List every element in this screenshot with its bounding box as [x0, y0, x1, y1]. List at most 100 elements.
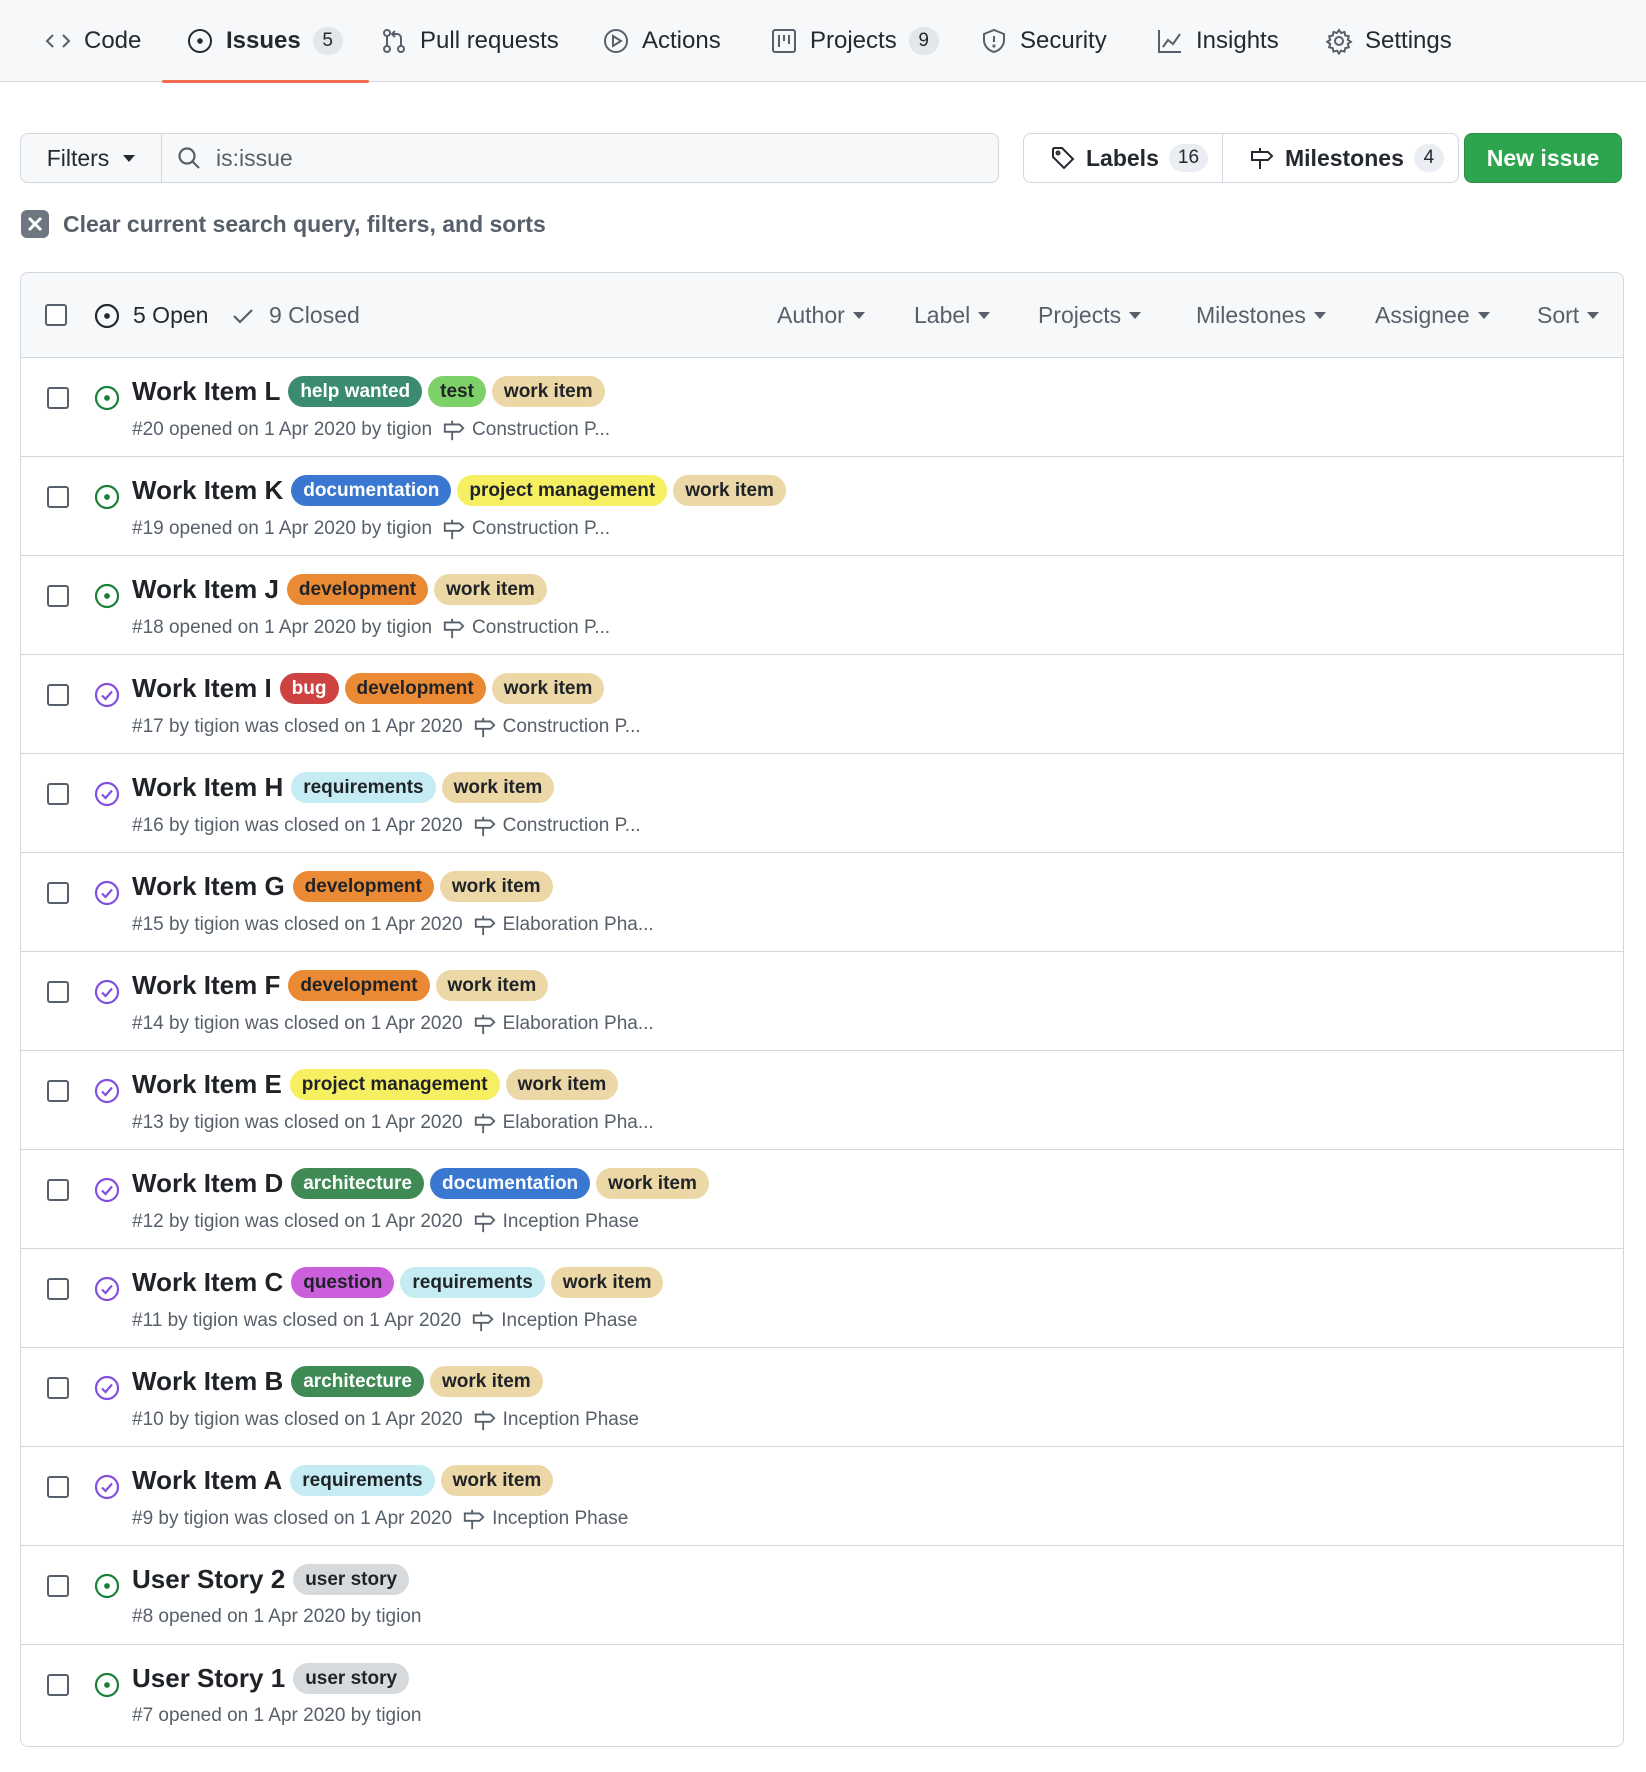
issue-label[interactable]: work item — [491, 673, 605, 704]
assignee-filter[interactable]: Assignee — [1375, 273, 1490, 358]
issue-title-link[interactable]: Work Item D — [132, 1168, 283, 1199]
tab-pull-requests[interactable]: Pull requests — [380, 0, 559, 82]
issue-meta: #10 by tigion was closed on 1 Apr 2020 In… — [132, 1408, 639, 1432]
issue-milestone-link[interactable]: Inception Phase — [473, 1210, 639, 1234]
issue-label[interactable]: work item — [440, 1465, 554, 1496]
issue-label[interactable]: requirements — [290, 1465, 435, 1496]
issue-checkbox[interactable] — [47, 981, 69, 1003]
issue-label[interactable]: development — [292, 871, 434, 902]
issue-checkbox[interactable] — [47, 783, 69, 805]
issue-label[interactable]: project management — [457, 475, 668, 506]
issue-label[interactable]: work item — [434, 574, 547, 605]
issue-checkbox[interactable] — [47, 585, 69, 607]
issue-milestone-link[interactable]: Construction P... — [473, 814, 641, 838]
issue-title-link[interactable]: Work Item L — [132, 376, 280, 407]
issue-checkbox[interactable] — [47, 1080, 69, 1102]
issue-label[interactable]: work item — [435, 970, 549, 1001]
label-filter[interactable]: Label — [914, 273, 991, 358]
tab-settings[interactable]: Settings — [1325, 0, 1452, 82]
issue-milestone-link[interactable]: Construction P... — [442, 517, 610, 541]
author-filter[interactable]: Author — [777, 273, 865, 358]
issue-title-link[interactable]: Work Item J — [132, 574, 279, 605]
tab-insights[interactable]: Insights — [1156, 0, 1279, 82]
issue-title-link[interactable]: Work Item B — [132, 1366, 283, 1397]
issue-label[interactable]: work item — [550, 1267, 664, 1298]
issue-label[interactable]: help wanted — [288, 376, 423, 407]
tab-projects[interactable]: Projects 9 — [770, 0, 939, 82]
tab-security[interactable]: Security — [980, 0, 1107, 82]
issue-title-link[interactable]: Work Item F — [132, 970, 280, 1001]
issue-milestone-link[interactable]: Elaboration Pha... — [473, 1111, 654, 1135]
issue-label[interactable]: architecture — [291, 1366, 424, 1397]
select-all-checkbox[interactable] — [45, 304, 67, 326]
issue-title-link[interactable]: Work Item G — [132, 871, 285, 902]
issue-milestone-link[interactable]: Inception Phase — [462, 1507, 628, 1531]
issue-title-link[interactable]: User Story 1 — [132, 1663, 285, 1694]
issue-label[interactable]: architecture — [291, 1168, 424, 1199]
issue-title-link[interactable]: Work Item A — [132, 1465, 282, 1496]
issue-label[interactable]: project management — [289, 1069, 500, 1100]
issue-checkbox[interactable] — [47, 1575, 69, 1597]
open-issues-toggle[interactable]: 5 Open — [93, 273, 208, 358]
issue-label[interactable]: requirements — [291, 772, 436, 803]
issue-milestone-link[interactable]: Construction P... — [473, 715, 641, 739]
milestones-filter[interactable]: Milestones — [1196, 273, 1326, 358]
issue-label[interactable]: work item — [673, 475, 786, 506]
issue-milestone-link[interactable]: Elaboration Pha... — [473, 913, 654, 937]
issue-title-link[interactable]: Work Item K — [132, 475, 283, 506]
issue-checkbox[interactable] — [47, 1179, 69, 1201]
issue-label[interactable]: user story — [293, 1663, 410, 1694]
issue-label[interactable]: documentation — [291, 475, 452, 506]
issue-title-link[interactable]: Work Item H — [132, 772, 283, 803]
issue-checkbox[interactable] — [47, 1278, 69, 1300]
milestones-button[interactable]: Milestones 4 — [1223, 134, 1444, 182]
issue-label[interactable]: documentation — [430, 1168, 591, 1199]
issue-label[interactable]: work item — [430, 1366, 543, 1397]
issue-label[interactable]: development — [344, 673, 486, 704]
issue-milestone-link[interactable]: Construction P... — [442, 616, 610, 640]
tab-actions[interactable]: Actions — [602, 0, 721, 82]
issue-label[interactable]: development — [286, 574, 429, 605]
clear-query-link[interactable]: Clear current search query, filters, and… — [21, 210, 546, 238]
search-field[interactable] — [161, 133, 999, 183]
labels-button[interactable]: Labels 16 — [1024, 134, 1223, 182]
sort-dropdown[interactable]: Sort — [1537, 273, 1600, 358]
issue-label[interactable]: bug — [279, 673, 339, 704]
filters-dropdown-button[interactable]: Filters — [20, 133, 162, 183]
issue-row: Work Item A requirements work item #9 by ti… — [21, 1447, 1623, 1546]
issue-milestone-text: Inception Phase — [492, 1508, 629, 1529]
issue-label[interactable]: work item — [505, 1069, 619, 1100]
issue-checkbox[interactable] — [47, 882, 69, 904]
issue-label[interactable]: question — [291, 1267, 395, 1298]
issue-label[interactable]: development — [288, 970, 430, 1001]
issue-label[interactable]: work item — [439, 871, 553, 902]
issue-milestone-link[interactable]: Construction P... — [442, 418, 610, 442]
issue-label[interactable]: work item — [491, 376, 605, 407]
closed-issues-toggle[interactable]: 9 Closed — [229, 273, 360, 358]
issue-meta: #8 opened on 1 Apr 2020 by tigion — [132, 1606, 421, 1628]
issue-checkbox[interactable] — [47, 1476, 69, 1498]
issue-checkbox[interactable] — [47, 1377, 69, 1399]
issue-title-link[interactable]: Work Item C — [132, 1267, 283, 1298]
issue-checkbox[interactable] — [47, 1674, 69, 1696]
issue-title-link[interactable]: Work Item E — [132, 1069, 282, 1100]
issue-label[interactable]: test — [428, 376, 486, 407]
issue-milestone-link[interactable]: Inception Phase — [471, 1309, 637, 1333]
issue-milestone-link[interactable]: Elaboration Pha... — [473, 1012, 654, 1036]
search-input[interactable] — [216, 144, 916, 172]
issue-milestone-link[interactable]: Inception Phase — [473, 1408, 639, 1432]
new-issue-button[interactable]: New issue — [1464, 133, 1622, 183]
issue-meta: #7 opened on 1 Apr 2020 by tigion — [132, 1705, 421, 1727]
issue-checkbox[interactable] — [47, 387, 69, 409]
issue-label[interactable]: work item — [441, 772, 555, 803]
tab-issues[interactable]: Issues 5 — [162, 0, 369, 83]
tab-code[interactable]: Code — [44, 0, 141, 82]
issue-title-link[interactable]: Work Item I — [132, 673, 272, 704]
issue-label[interactable]: requirements — [400, 1267, 545, 1298]
projects-filter[interactable]: Projects — [1038, 273, 1142, 358]
issue-checkbox[interactable] — [47, 684, 69, 706]
issue-label[interactable]: user story — [293, 1564, 410, 1595]
issue-label[interactable]: work item — [596, 1168, 709, 1199]
issue-checkbox[interactable] — [47, 486, 69, 508]
issue-title-link[interactable]: User Story 2 — [132, 1564, 285, 1595]
